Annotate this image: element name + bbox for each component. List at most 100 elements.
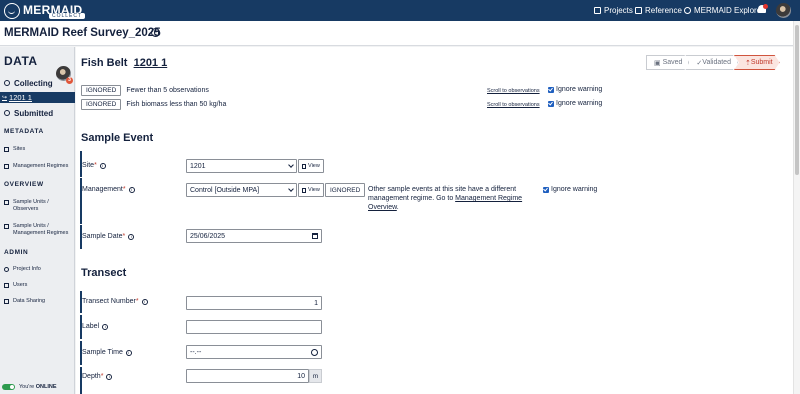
ignored-badge: IGNORED — [81, 84, 122, 96]
checkbox-checked-icon[interactable] — [548, 86, 554, 93]
fish-belt-icon: ↪ — [2, 95, 8, 101]
sidebar-link-project-info[interactable]: Project Info — [4, 266, 41, 273]
nav-mermaid-explore[interactable]: MERMAID Explore — [684, 0, 761, 21]
depth-unit: m — [309, 369, 322, 383]
sample-units-icon — [4, 200, 9, 205]
sidebar-section-admin: ADMIN — [4, 249, 29, 256]
management-ignored-badge: IGNORED — [325, 183, 366, 197]
collecting-icon — [4, 80, 10, 86]
notifications-bell-icon[interactable] — [757, 4, 768, 15]
ignore-warning-checkbox[interactable]: Ignore warning — [548, 86, 602, 93]
transect-number-input[interactable]: 1 — [186, 296, 322, 310]
management-ignore-warning-checkbox[interactable]: Ignore warning — [543, 186, 597, 193]
reference-icon — [635, 7, 642, 14]
sample-units-icon — [4, 224, 9, 229]
sample-date-input[interactable]: 25/06/2025 — [186, 229, 322, 243]
sidebar-link-sample-units-management[interactable]: Sample Units / Management Regimes — [4, 223, 72, 237]
management-label: Management * i — [82, 186, 135, 193]
sidebar-section-overview: OVERVIEW — [4, 181, 44, 188]
nav-projects[interactable]: Projects — [594, 0, 633, 21]
nav-reference-label: Reference — [645, 6, 682, 15]
site-select[interactable]: 1201 — [186, 159, 297, 173]
submit-button[interactable]: ⇡ Submit — [734, 55, 780, 70]
transect-number-label: Transect Number * i — [82, 298, 148, 305]
view-management-button[interactable]: View — [298, 183, 324, 197]
label-input[interactable] — [186, 320, 322, 334]
projects-icon — [594, 7, 601, 14]
sidebar-item-label: 1201 1 — [9, 93, 32, 102]
sidebar-link-sites[interactable]: Sites — [4, 146, 25, 153]
calendar-icon[interactable] — [312, 233, 318, 239]
clock-icon[interactable] — [311, 349, 318, 356]
ignore-warning-checkbox[interactable]: Ignore warning — [548, 100, 602, 107]
view-site-button[interactable]: View — [298, 159, 324, 173]
scrollbar-thumb[interactable] — [795, 25, 799, 175]
sidebar-item-label: Submitted — [14, 108, 54, 118]
warning-row: IGNORED Fish biomass less than 50 kg/ha — [81, 98, 226, 110]
info-icon — [4, 267, 9, 272]
sidebar-link-management-regimes[interactable]: Management Regimes — [4, 163, 68, 170]
info-icon[interactable]: i — [141, 298, 148, 305]
sidebar-item-submitted[interactable]: Submitted — [0, 107, 75, 119]
management-select[interactable]: Control [Outside MPA] — [186, 183, 297, 197]
sidebar-item-label: Collecting — [14, 78, 53, 88]
validated-status: ✓ Validated — [685, 55, 738, 70]
globe-icon — [151, 28, 160, 37]
sidebar-item-collecting[interactable]: Collecting — [0, 77, 75, 89]
view-icon — [302, 187, 306, 193]
checkbox-checked-icon[interactable] — [548, 100, 554, 107]
transect-heading: Transect — [81, 267, 127, 279]
page-scrollbar[interactable] — [793, 21, 800, 394]
submitted-icon — [4, 110, 10, 116]
nav-explore-label: MERMAID Explore — [694, 6, 762, 15]
management-warning-message: Other sample events at this site have a … — [368, 186, 523, 211]
user-avatar[interactable] — [776, 3, 791, 18]
site-label: Site * i — [82, 162, 106, 169]
scroll-to-observations-link[interactable]: Scroll to observations — [487, 88, 540, 94]
view-icon — [302, 163, 306, 169]
project-title: MERMAID Reef Survey_2025 — [4, 27, 161, 39]
sample-time-input[interactable]: --.-- — [186, 345, 322, 359]
label-label: Label i — [82, 323, 109, 330]
nav-reference[interactable]: Reference — [635, 0, 682, 21]
sidebar-item-current-record[interactable]: ↪ 1201 1 — [0, 92, 75, 103]
info-icon[interactable]: i — [128, 233, 135, 240]
ignored-badge: IGNORED — [81, 98, 122, 110]
mermaid-logo[interactable]: MERMAID COLLECT — [4, 2, 86, 19]
scroll-to-observations-link[interactable]: Scroll to observations — [487, 102, 540, 108]
management-regimes-icon — [4, 164, 9, 169]
sidebar-link-users[interactable]: Users — [4, 282, 27, 289]
sites-icon — [4, 147, 9, 152]
sidebar-link-data-sharing[interactable]: Data Sharing — [4, 298, 45, 305]
nav-projects-label: Projects — [604, 6, 633, 15]
online-status-label: ONLINE — [35, 384, 57, 390]
users-icon — [4, 283, 9, 288]
saved-status: ▣ Saved — [646, 55, 689, 70]
info-icon[interactable]: i — [102, 323, 109, 330]
depth-label: Depth * i — [82, 373, 113, 380]
info-icon[interactable]: i — [125, 349, 132, 356]
mermaid-logo-icon — [4, 2, 20, 19]
main-content: Fish Belt 1201 1 ▣ Saved ✓ Validated ⇡ Sub… — [76, 47, 793, 394]
sidebar: DATA 3 Collecting ↪ 1201 1 Submitted MET… — [0, 47, 75, 394]
page-title: Fish Belt 1201 1 — [81, 57, 168, 69]
sample-event-heading: Sample Event — [81, 132, 154, 144]
online-toggle[interactable] — [2, 384, 15, 390]
warning-row: IGNORED Fewer than 5 observations — [81, 84, 209, 96]
depth-input[interactable]: 10 — [186, 369, 309, 383]
info-icon[interactable]: i — [128, 186, 135, 193]
sidebar-link-sample-units-observers[interactable]: Sample Units / Observers — [4, 199, 72, 213]
record-status-progress: ▣ Saved ✓ Validated ⇡ Submit — [646, 55, 780, 70]
info-icon[interactable]: i — [99, 162, 106, 169]
online-status[interactable]: You're ONLINE — [2, 384, 57, 390]
info-icon[interactable]: i — [106, 373, 113, 380]
explore-icon — [684, 7, 691, 14]
checkbox-checked-icon[interactable] — [543, 186, 549, 193]
project-title-bar: MERMAID Reef Survey_2025 — [0, 21, 793, 46]
record-name: 1201 1 — [133, 57, 168, 69]
warning-text: Fish biomass less than 50 kg/ha — [126, 100, 227, 108]
sample-time-label: Sample Time i — [82, 349, 132, 356]
sidebar-heading: DATA — [4, 54, 38, 68]
save-icon: ▣ — [654, 59, 663, 67]
sample-date-label: Sample Date * i — [82, 233, 135, 240]
